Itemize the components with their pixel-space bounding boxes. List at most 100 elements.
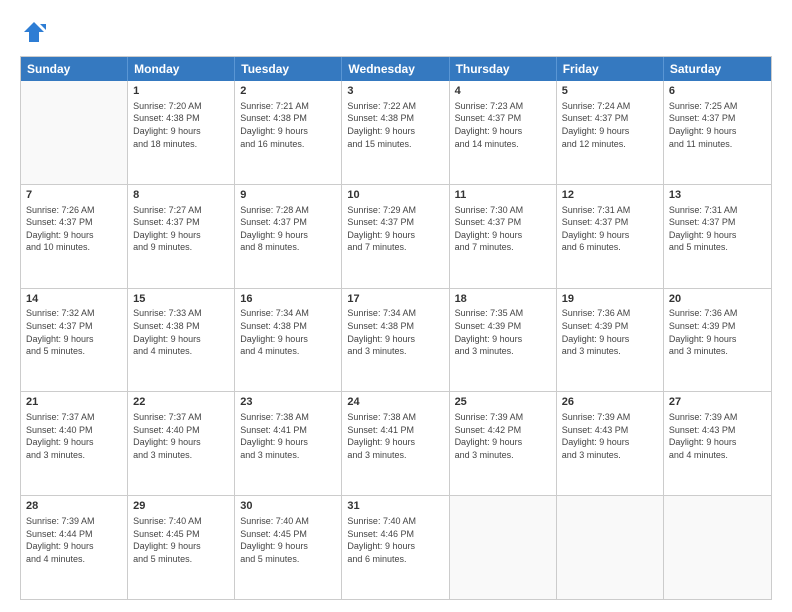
day-info: Sunrise: 7:39 AM Sunset: 4:43 PM Dayligh…	[669, 411, 766, 461]
day-number: 15	[133, 292, 229, 307]
day-number: 20	[669, 292, 766, 307]
day-info: Sunrise: 7:25 AM Sunset: 4:37 PM Dayligh…	[669, 100, 766, 150]
day-cell-18: 18Sunrise: 7:35 AM Sunset: 4:39 PM Dayli…	[450, 289, 557, 392]
day-cell-25: 25Sunrise: 7:39 AM Sunset: 4:42 PM Dayli…	[450, 392, 557, 495]
day-cell-10: 10Sunrise: 7:29 AM Sunset: 4:37 PM Dayli…	[342, 185, 449, 288]
day-info: Sunrise: 7:21 AM Sunset: 4:38 PM Dayligh…	[240, 100, 336, 150]
day-cell-2: 2Sunrise: 7:21 AM Sunset: 4:38 PM Daylig…	[235, 81, 342, 184]
day-cell-1: 1Sunrise: 7:20 AM Sunset: 4:38 PM Daylig…	[128, 81, 235, 184]
calendar-body: 1Sunrise: 7:20 AM Sunset: 4:38 PM Daylig…	[21, 81, 771, 599]
day-info: Sunrise: 7:23 AM Sunset: 4:37 PM Dayligh…	[455, 100, 551, 150]
day-number: 12	[562, 188, 658, 203]
calendar-header: SundayMondayTuesdayWednesdayThursdayFrid…	[21, 57, 771, 81]
day-number: 11	[455, 188, 551, 203]
day-cell-30: 30Sunrise: 7:40 AM Sunset: 4:45 PM Dayli…	[235, 496, 342, 599]
day-info: Sunrise: 7:35 AM Sunset: 4:39 PM Dayligh…	[455, 307, 551, 357]
day-info: Sunrise: 7:39 AM Sunset: 4:42 PM Dayligh…	[455, 411, 551, 461]
calendar-row-2: 14Sunrise: 7:32 AM Sunset: 4:37 PM Dayli…	[21, 288, 771, 392]
day-info: Sunrise: 7:28 AM Sunset: 4:37 PM Dayligh…	[240, 204, 336, 254]
day-info: Sunrise: 7:34 AM Sunset: 4:38 PM Dayligh…	[240, 307, 336, 357]
day-info: Sunrise: 7:26 AM Sunset: 4:37 PM Dayligh…	[26, 204, 122, 254]
day-info: Sunrise: 7:39 AM Sunset: 4:44 PM Dayligh…	[26, 515, 122, 565]
day-number: 23	[240, 395, 336, 410]
day-info: Sunrise: 7:20 AM Sunset: 4:38 PM Dayligh…	[133, 100, 229, 150]
day-info: Sunrise: 7:40 AM Sunset: 4:45 PM Dayligh…	[133, 515, 229, 565]
day-cell-17: 17Sunrise: 7:34 AM Sunset: 4:38 PM Dayli…	[342, 289, 449, 392]
day-number: 7	[26, 188, 122, 203]
page: SundayMondayTuesdayWednesdayThursdayFrid…	[0, 0, 792, 612]
logo-icon	[20, 18, 48, 46]
header-cell-wednesday: Wednesday	[342, 57, 449, 81]
day-cell-26: 26Sunrise: 7:39 AM Sunset: 4:43 PM Dayli…	[557, 392, 664, 495]
day-cell-20: 20Sunrise: 7:36 AM Sunset: 4:39 PM Dayli…	[664, 289, 771, 392]
day-number: 16	[240, 292, 336, 307]
day-number: 2	[240, 84, 336, 99]
day-cell-21: 21Sunrise: 7:37 AM Sunset: 4:40 PM Dayli…	[21, 392, 128, 495]
day-number: 29	[133, 499, 229, 514]
day-number: 31	[347, 499, 443, 514]
day-info: Sunrise: 7:30 AM Sunset: 4:37 PM Dayligh…	[455, 204, 551, 254]
day-number: 19	[562, 292, 658, 307]
day-info: Sunrise: 7:24 AM Sunset: 4:37 PM Dayligh…	[562, 100, 658, 150]
day-number: 21	[26, 395, 122, 410]
day-info: Sunrise: 7:36 AM Sunset: 4:39 PM Dayligh…	[669, 307, 766, 357]
calendar-row-0: 1Sunrise: 7:20 AM Sunset: 4:38 PM Daylig…	[21, 81, 771, 184]
day-number: 27	[669, 395, 766, 410]
day-number: 1	[133, 84, 229, 99]
day-info: Sunrise: 7:36 AM Sunset: 4:39 PM Dayligh…	[562, 307, 658, 357]
day-cell-22: 22Sunrise: 7:37 AM Sunset: 4:40 PM Dayli…	[128, 392, 235, 495]
day-info: Sunrise: 7:29 AM Sunset: 4:37 PM Dayligh…	[347, 204, 443, 254]
day-cell-6: 6Sunrise: 7:25 AM Sunset: 4:37 PM Daylig…	[664, 81, 771, 184]
day-cell-15: 15Sunrise: 7:33 AM Sunset: 4:38 PM Dayli…	[128, 289, 235, 392]
day-info: Sunrise: 7:37 AM Sunset: 4:40 PM Dayligh…	[133, 411, 229, 461]
day-number: 3	[347, 84, 443, 99]
day-cell-24: 24Sunrise: 7:38 AM Sunset: 4:41 PM Dayli…	[342, 392, 449, 495]
day-info: Sunrise: 7:40 AM Sunset: 4:46 PM Dayligh…	[347, 515, 443, 565]
day-info: Sunrise: 7:31 AM Sunset: 4:37 PM Dayligh…	[669, 204, 766, 254]
day-info: Sunrise: 7:32 AM Sunset: 4:37 PM Dayligh…	[26, 307, 122, 357]
empty-cell-4-5	[557, 496, 664, 599]
day-cell-27: 27Sunrise: 7:39 AM Sunset: 4:43 PM Dayli…	[664, 392, 771, 495]
header-cell-saturday: Saturday	[664, 57, 771, 81]
day-number: 24	[347, 395, 443, 410]
day-info: Sunrise: 7:27 AM Sunset: 4:37 PM Dayligh…	[133, 204, 229, 254]
day-number: 18	[455, 292, 551, 307]
header-cell-friday: Friday	[557, 57, 664, 81]
day-cell-31: 31Sunrise: 7:40 AM Sunset: 4:46 PM Dayli…	[342, 496, 449, 599]
day-number: 26	[562, 395, 658, 410]
day-cell-19: 19Sunrise: 7:36 AM Sunset: 4:39 PM Dayli…	[557, 289, 664, 392]
logo	[20, 18, 52, 46]
calendar-row-1: 7Sunrise: 7:26 AM Sunset: 4:37 PM Daylig…	[21, 184, 771, 288]
day-number: 5	[562, 84, 658, 99]
header	[20, 18, 772, 46]
empty-cell-4-6	[664, 496, 771, 599]
day-number: 17	[347, 292, 443, 307]
day-cell-13: 13Sunrise: 7:31 AM Sunset: 4:37 PM Dayli…	[664, 185, 771, 288]
day-cell-23: 23Sunrise: 7:38 AM Sunset: 4:41 PM Dayli…	[235, 392, 342, 495]
day-info: Sunrise: 7:40 AM Sunset: 4:45 PM Dayligh…	[240, 515, 336, 565]
day-cell-5: 5Sunrise: 7:24 AM Sunset: 4:37 PM Daylig…	[557, 81, 664, 184]
header-cell-sunday: Sunday	[21, 57, 128, 81]
day-cell-4: 4Sunrise: 7:23 AM Sunset: 4:37 PM Daylig…	[450, 81, 557, 184]
day-number: 22	[133, 395, 229, 410]
day-number: 14	[26, 292, 122, 307]
day-number: 8	[133, 188, 229, 203]
day-number: 28	[26, 499, 122, 514]
day-cell-7: 7Sunrise: 7:26 AM Sunset: 4:37 PM Daylig…	[21, 185, 128, 288]
empty-cell-4-4	[450, 496, 557, 599]
header-cell-thursday: Thursday	[450, 57, 557, 81]
day-info: Sunrise: 7:39 AM Sunset: 4:43 PM Dayligh…	[562, 411, 658, 461]
day-info: Sunrise: 7:37 AM Sunset: 4:40 PM Dayligh…	[26, 411, 122, 461]
day-cell-11: 11Sunrise: 7:30 AM Sunset: 4:37 PM Dayli…	[450, 185, 557, 288]
day-info: Sunrise: 7:38 AM Sunset: 4:41 PM Dayligh…	[347, 411, 443, 461]
empty-cell-0-0	[21, 81, 128, 184]
day-number: 4	[455, 84, 551, 99]
day-number: 25	[455, 395, 551, 410]
day-cell-29: 29Sunrise: 7:40 AM Sunset: 4:45 PM Dayli…	[128, 496, 235, 599]
calendar-row-3: 21Sunrise: 7:37 AM Sunset: 4:40 PM Dayli…	[21, 391, 771, 495]
day-number: 30	[240, 499, 336, 514]
calendar-row-4: 28Sunrise: 7:39 AM Sunset: 4:44 PM Dayli…	[21, 495, 771, 599]
calendar: SundayMondayTuesdayWednesdayThursdayFrid…	[20, 56, 772, 600]
day-cell-14: 14Sunrise: 7:32 AM Sunset: 4:37 PM Dayli…	[21, 289, 128, 392]
day-cell-12: 12Sunrise: 7:31 AM Sunset: 4:37 PM Dayli…	[557, 185, 664, 288]
